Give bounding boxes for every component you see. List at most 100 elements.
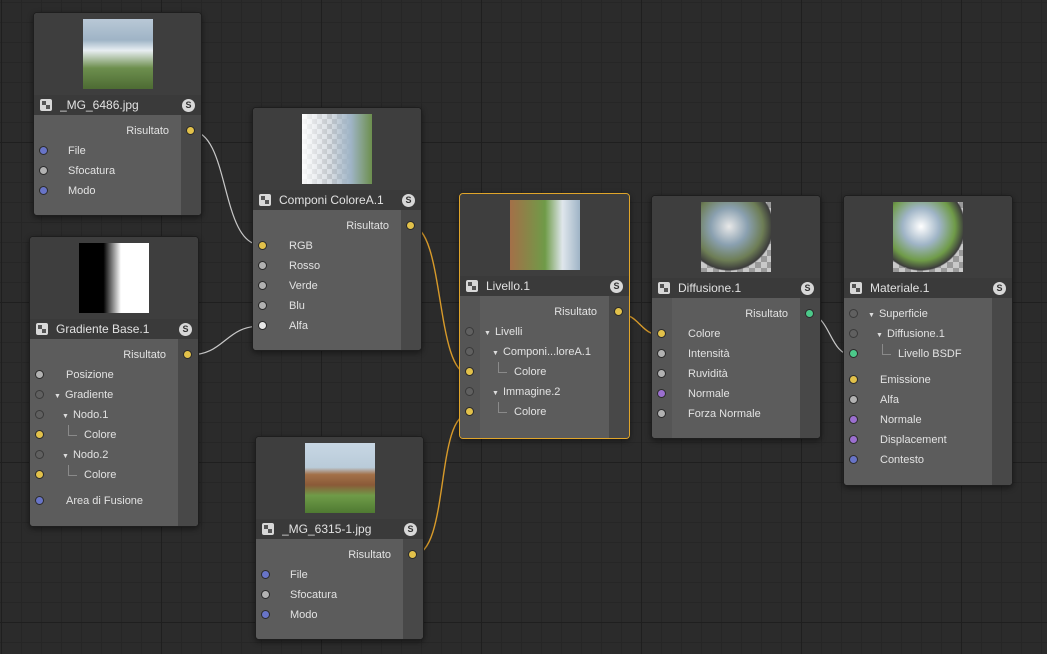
- input-port[interactable]: [849, 435, 858, 444]
- port-label: Emissione: [880, 374, 931, 386]
- input-port[interactable]: [261, 610, 270, 619]
- input-port[interactable]: [35, 496, 44, 505]
- solo-button[interactable]: S: [993, 281, 1006, 295]
- input-port[interactable]: [261, 570, 270, 579]
- input-port[interactable]: [35, 390, 44, 399]
- input-row: Alfa: [844, 390, 1012, 410]
- input-row: Normale: [844, 410, 1012, 430]
- solo-button[interactable]: S: [179, 322, 192, 336]
- input-port[interactable]: [657, 349, 666, 358]
- input-port[interactable]: [465, 387, 474, 396]
- tree-line: [498, 362, 507, 373]
- input-port[interactable]: [465, 347, 474, 356]
- input-port[interactable]: [258, 261, 267, 270]
- input-port[interactable]: [657, 369, 666, 378]
- output-port[interactable]: [805, 309, 814, 318]
- node-header[interactable]: Gradiente Base.1 S: [30, 319, 198, 339]
- gradient-node[interactable]: Gradiente Base.1 S Risultato Posizione ▼…: [29, 236, 199, 527]
- node-icon: [658, 282, 670, 294]
- image-node-mg6486[interactable]: _MG_6486.jpg S Risultato File Sfocatura …: [33, 12, 202, 216]
- layer-node[interactable]: Livello.1 S Risultato ▼ Livelli ▼ Componi.…: [459, 193, 630, 439]
- port-label: Risultato: [123, 349, 166, 361]
- input-port[interactable]: [39, 166, 48, 175]
- expand-triangle-icon[interactable]: ▼: [484, 330, 491, 337]
- node-header[interactable]: Livello.1 S: [460, 276, 629, 296]
- input-port[interactable]: [849, 395, 858, 404]
- node-header[interactable]: _MG_6486.jpg S: [34, 95, 201, 115]
- expand-triangle-icon[interactable]: ▼: [492, 350, 499, 357]
- port-label: Livelli: [494, 326, 523, 338]
- input-port[interactable]: [35, 370, 44, 379]
- compose-color-node[interactable]: Componi ColoreA.1 S Risultato RGB Rosso …: [252, 107, 422, 351]
- input-port[interactable]: [39, 186, 48, 195]
- input-port[interactable]: [465, 367, 474, 376]
- solo-button[interactable]: S: [610, 279, 623, 293]
- input-port[interactable]: [35, 410, 44, 419]
- solo-button[interactable]: S: [182, 98, 195, 112]
- input-port[interactable]: [849, 415, 858, 424]
- solo-button[interactable]: S: [404, 522, 417, 536]
- input-port[interactable]: [849, 349, 858, 358]
- expand-triangle-icon[interactable]: ▼: [62, 413, 69, 420]
- input-port[interactable]: [35, 470, 44, 479]
- material-node[interactable]: Materiale.1 S ▼ Superficie ▼ Diffusione.1 …: [843, 195, 1013, 486]
- input-port[interactable]: [849, 375, 858, 384]
- expand-triangle-icon[interactable]: ▼: [868, 312, 875, 319]
- solo-button[interactable]: S: [402, 193, 415, 207]
- node-header[interactable]: Diffusione.1 S: [652, 278, 820, 298]
- port-label: Sfocatura: [290, 589, 338, 601]
- output-port[interactable]: [406, 221, 415, 230]
- input-port[interactable]: [849, 309, 858, 318]
- node-header[interactable]: Materiale.1 S: [844, 278, 1012, 298]
- input-port[interactable]: [657, 389, 666, 398]
- input-port[interactable]: [258, 321, 267, 330]
- node-preview: [256, 437, 423, 519]
- input-port[interactable]: [849, 455, 858, 464]
- solo-button[interactable]: S: [801, 281, 814, 295]
- input-port[interactable]: [657, 409, 666, 418]
- output-port[interactable]: [183, 350, 192, 359]
- node-header[interactable]: Componi ColoreA.1 S: [253, 190, 421, 210]
- port-label: Colore: [514, 366, 547, 378]
- node-title: _MG_6486.jpg: [60, 98, 139, 112]
- expand-triangle-icon[interactable]: ▼: [876, 332, 883, 339]
- output-row: Risultato: [30, 345, 198, 365]
- node-icon: [40, 99, 52, 111]
- output-port[interactable]: [614, 307, 623, 316]
- input-port[interactable]: [39, 146, 48, 155]
- output-port[interactable]: [408, 550, 417, 559]
- port-label: Ruvidità: [688, 368, 728, 380]
- port-label: Colore: [84, 469, 117, 481]
- expand-triangle-icon[interactable]: ▼: [492, 390, 499, 397]
- input-port[interactable]: [465, 407, 474, 416]
- composed-thumbnail: [302, 114, 372, 184]
- expand-triangle-icon[interactable]: ▼: [54, 393, 61, 400]
- input-port[interactable]: [258, 241, 267, 250]
- image-node-mg6315[interactable]: _MG_6315-1.jpg S Risultato File Sfocatur…: [255, 436, 424, 640]
- sphere-preview-icon: [701, 202, 771, 272]
- input-port[interactable]: [258, 301, 267, 310]
- tree-line: [68, 425, 77, 436]
- input-port[interactable]: [35, 450, 44, 459]
- input-port[interactable]: [849, 329, 858, 338]
- port-label: File: [290, 569, 308, 581]
- input-port[interactable]: [35, 430, 44, 439]
- input-row: Colore: [30, 465, 198, 485]
- input-port[interactable]: [657, 329, 666, 338]
- port-label: Area di Fusione: [66, 495, 144, 507]
- input-port[interactable]: [261, 590, 270, 599]
- input-row: Forza Normale: [652, 404, 820, 424]
- input-row: ▼ Componi...loreA.1: [460, 342, 629, 362]
- input-port[interactable]: [465, 327, 474, 336]
- output-port[interactable]: [186, 126, 195, 135]
- node-header[interactable]: _MG_6315-1.jpg S: [256, 519, 423, 539]
- expand-triangle-icon[interactable]: ▼: [62, 453, 69, 460]
- input-row: Displacement: [844, 430, 1012, 450]
- input-port[interactable]: [258, 281, 267, 290]
- input-row: Intensità: [652, 344, 820, 364]
- node-preview: [844, 196, 1012, 278]
- node-title: Componi ColoreA.1: [279, 193, 384, 207]
- node-preview: [34, 13, 201, 95]
- diffusion-node[interactable]: Diffusione.1 S Risultato Colore Intensit…: [651, 195, 821, 439]
- port-label: Sfocatura: [68, 165, 116, 177]
